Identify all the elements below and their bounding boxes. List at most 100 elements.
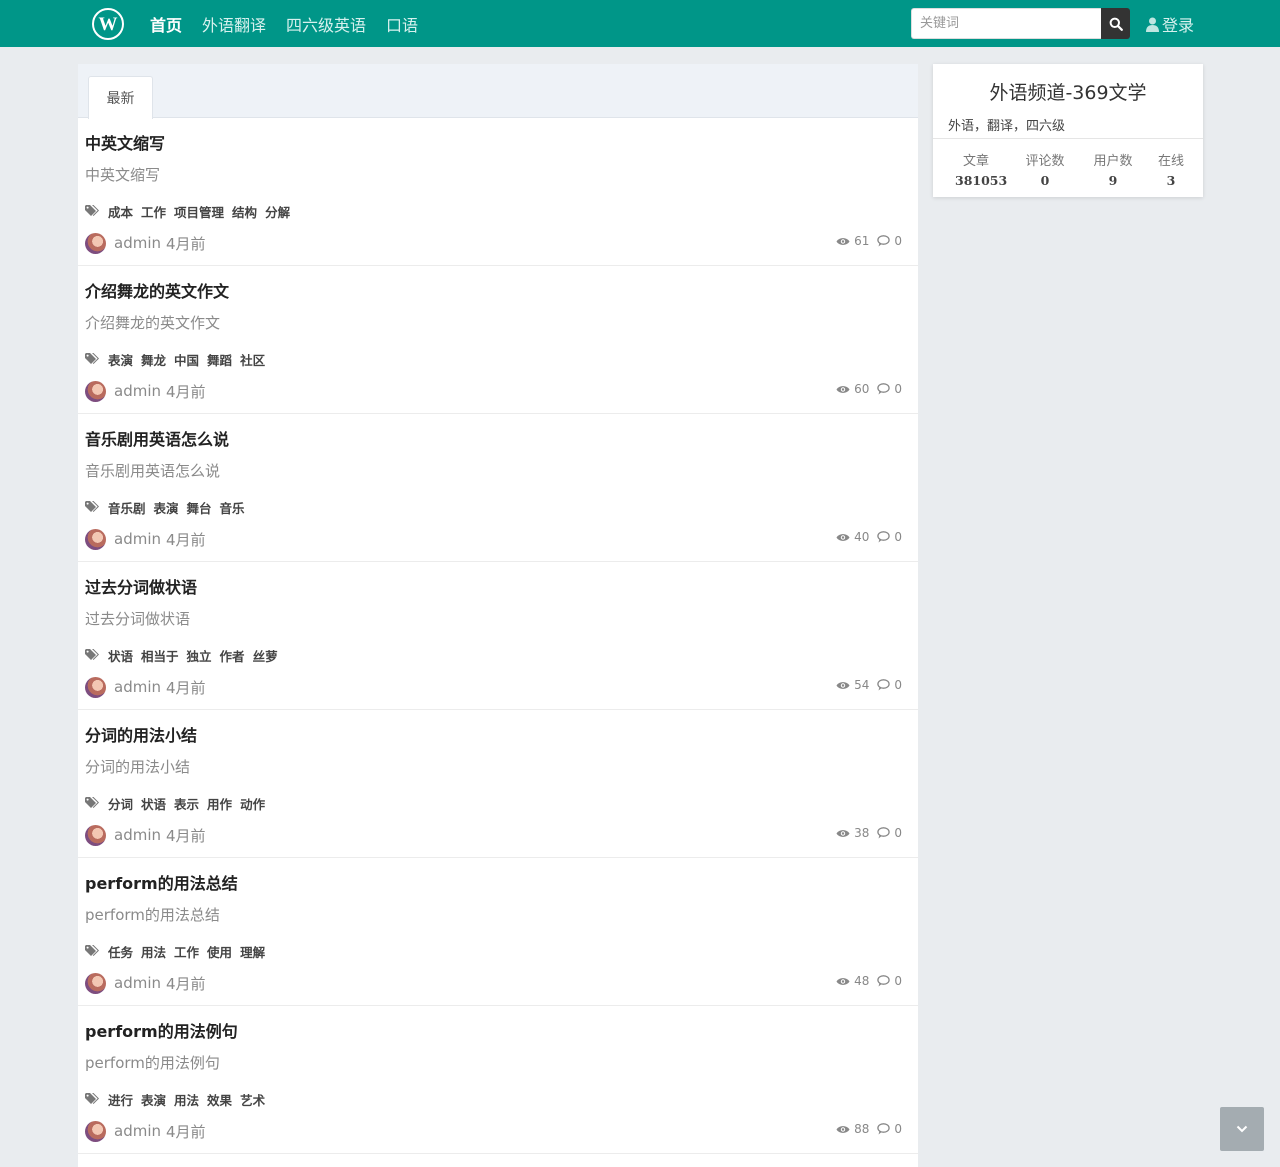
stat-users: 用户数 9	[1092, 150, 1134, 188]
article-tag[interactable]: 效果	[207, 1090, 232, 1109]
stat-label: 评论数	[1025, 154, 1065, 169]
article-tags: 任务 用法 工作 使用 理解	[85, 942, 273, 960]
article-meta: admin 4月前	[85, 972, 206, 994]
article-time: 4月前	[166, 234, 206, 253]
article-title[interactable]: perform的用法总结	[85, 870, 238, 894]
comment-count: 0	[894, 530, 902, 544]
avatar[interactable]	[85, 380, 106, 402]
article-meta: admin 4月前	[85, 1120, 206, 1142]
article-title[interactable]: 音乐剧用英语怎么说	[85, 426, 229, 450]
nav-link-cet[interactable]: 四六级英语	[286, 12, 366, 36]
article-stats: 54 0	[836, 678, 902, 692]
article-tags: 分词 状语 表示 用作 动作	[85, 794, 273, 812]
article-meta: admin 4月前	[85, 824, 206, 846]
article-tag[interactable]: 艺术	[240, 1090, 265, 1109]
comment-count: 0	[894, 678, 902, 692]
scroll-down-button[interactable]	[1220, 1107, 1264, 1151]
main-nav: 首页 外语翻译 四六级英语 口语	[150, 0, 438, 47]
article-tag[interactable]: 表演	[154, 498, 179, 517]
article-author[interactable]: admin	[114, 1122, 161, 1140]
view-count: 88	[854, 1122, 870, 1136]
tags-icon	[85, 797, 100, 809]
article-tag[interactable]: 动作	[240, 794, 265, 813]
article-author[interactable]: admin	[114, 234, 161, 252]
article-tag[interactable]: 用法	[174, 1090, 199, 1109]
article-tag[interactable]: 成本	[108, 202, 133, 221]
avatar[interactable]	[85, 1120, 106, 1142]
stat-label: 在线	[1157, 154, 1184, 169]
svg-text:W: W	[99, 14, 118, 35]
article-tag[interactable]: 音乐剧	[108, 498, 146, 517]
article-tag[interactable]: 丝萝	[253, 646, 278, 665]
article-time: 4月前	[166, 530, 206, 549]
article-author[interactable]: admin	[114, 678, 161, 696]
article-summary: 分词的用法小结	[85, 758, 191, 776]
article-tag[interactable]: 理解	[240, 942, 265, 961]
comment-count: 0	[894, 826, 902, 840]
article-item: 分词的用法小结 分词的用法小结 分词 状语 表示 用作 动作 admin 4月前 38 …	[78, 710, 918, 858]
article-meta: admin 4月前	[85, 528, 206, 550]
article-tag[interactable]: 相当于	[141, 646, 179, 665]
article-tag[interactable]: 分解	[265, 202, 290, 221]
article-title[interactable]: perform的用法例句	[85, 1018, 238, 1042]
tags-icon	[85, 945, 100, 957]
nav-link-home[interactable]: 首页	[150, 12, 182, 36]
eye-icon	[836, 977, 850, 986]
article-tag[interactable]: 项目管理	[174, 202, 224, 221]
avatar[interactable]	[85, 232, 106, 254]
article-tag[interactable]: 使用	[207, 942, 232, 961]
article-tag[interactable]: 社区	[240, 350, 265, 369]
article-tag[interactable]: 中国	[174, 350, 199, 369]
search-button[interactable]	[1101, 8, 1130, 39]
avatar[interactable]	[85, 824, 106, 846]
search-form	[911, 8, 1130, 39]
article-author[interactable]: admin	[114, 382, 161, 400]
avatar[interactable]	[85, 676, 106, 698]
nav-link-translation[interactable]: 外语翻译	[202, 12, 266, 36]
article-tag[interactable]: 舞龙	[141, 350, 166, 369]
article-list-panel: 最新 中英文缩写 中英文缩写 成本 工作 项目管理 结构 分解 admin 4月前 61…	[78, 64, 918, 1167]
article-author[interactable]: admin	[114, 826, 161, 844]
avatar[interactable]	[85, 972, 106, 994]
article-tag[interactable]: 状语	[108, 646, 133, 665]
article-title[interactable]: 介绍舞龙的英文作文	[85, 278, 229, 302]
article-tag[interactable]: 表演	[108, 350, 133, 369]
article-title[interactable]: 过去分词做状语	[85, 574, 197, 598]
nav-link-speaking[interactable]: 口语	[386, 12, 418, 36]
article-tag[interactable]: 用法	[141, 942, 166, 961]
article-author[interactable]: admin	[114, 530, 161, 548]
comment-icon	[877, 383, 891, 395]
article-tag[interactable]: 状语	[141, 794, 166, 813]
article-tag[interactable]: 分词	[108, 794, 133, 813]
avatar[interactable]	[85, 528, 106, 550]
article-tag[interactable]: 舞台	[187, 498, 212, 517]
article-tag[interactable]: 作者	[220, 646, 245, 665]
article-stats: 40 0	[836, 530, 902, 544]
eye-icon	[836, 681, 850, 690]
article-tag[interactable]: 工作	[141, 202, 166, 221]
article-title[interactable]: 中英文缩写	[85, 130, 165, 154]
article-list: 中英文缩写 中英文缩写 成本 工作 项目管理 结构 分解 admin 4月前 61 0 …	[78, 118, 918, 1154]
article-tag[interactable]: 独立	[187, 646, 212, 665]
article-tag[interactable]: 用作	[207, 794, 232, 813]
search-input[interactable]	[911, 8, 1101, 39]
eye-icon	[836, 237, 850, 246]
wordpress-logo-icon: W	[99, 14, 118, 35]
article-tag[interactable]: 工作	[174, 942, 199, 961]
site-logo[interactable]: W	[92, 8, 124, 40]
stat-online: 在线 3	[1156, 150, 1186, 188]
article-tag[interactable]: 任务	[108, 942, 133, 961]
article-author[interactable]: admin	[114, 974, 161, 992]
article-tag[interactable]: 舞蹈	[207, 350, 232, 369]
article-tag[interactable]: 音乐	[220, 498, 245, 517]
article-tag[interactable]: 表演	[141, 1090, 166, 1109]
article-tag[interactable]: 结构	[232, 202, 257, 221]
site-info-card: 外语频道-369文学 外语，翻译，四六级 文章 381053 评论数 0 用户数…	[933, 64, 1203, 197]
article-tag[interactable]: 表示	[174, 794, 199, 813]
article-tag[interactable]: 进行	[108, 1090, 133, 1109]
article-title[interactable]: 分词的用法小结	[85, 722, 197, 746]
stat-value: 381053	[955, 173, 1008, 188]
comment-icon	[877, 679, 891, 691]
tab-latest[interactable]: 最新	[88, 76, 153, 119]
login-link[interactable]: 登录	[1146, 12, 1194, 36]
